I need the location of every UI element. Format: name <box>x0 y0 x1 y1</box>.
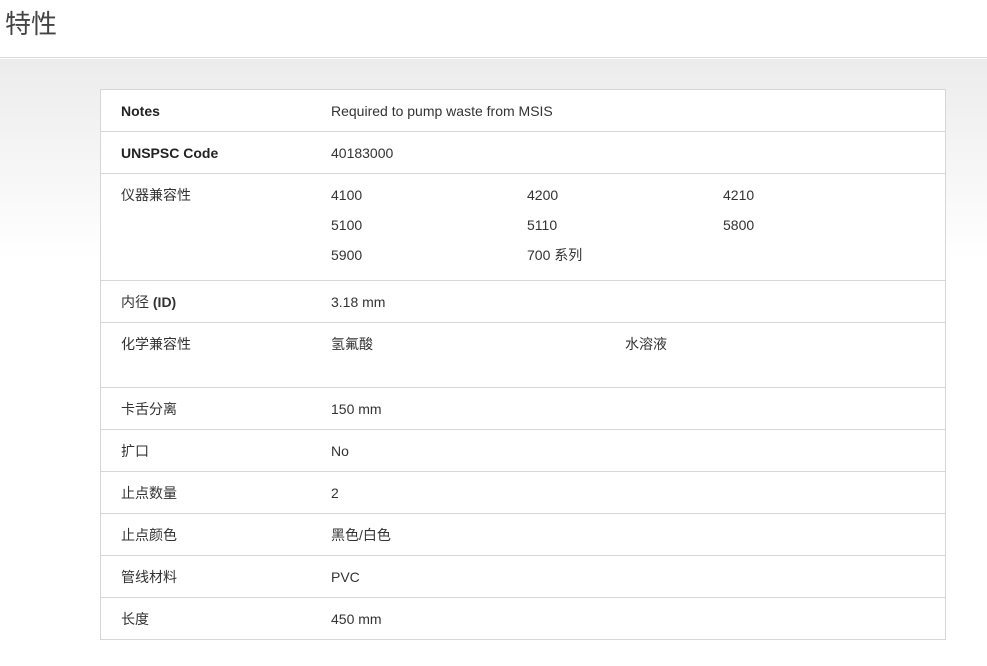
chemical-item: 氢氟酸 <box>331 336 373 352</box>
instrument-item: 5100 <box>331 217 363 233</box>
chemical-item: 水溶液 <box>625 336 667 352</box>
page-header: 特性 <box>0 0 987 58</box>
row-value: PVC <box>331 569 360 585</box>
row-label: UNSPSC Code <box>121 145 219 161</box>
table-row-chemical-compatibility: 化学兼容性 氢氟酸 水溶液 <box>101 323 945 388</box>
row-value: 40183000 <box>331 145 394 161</box>
properties-table: Notes Required to pump waste from MSIS U… <box>100 89 946 640</box>
row-value: 150 mm <box>331 401 382 417</box>
row-label: 化学兼容性 <box>121 336 191 352</box>
table-row-flared: 扩口 No <box>101 430 945 472</box>
row-value: 450 mm <box>331 611 382 627</box>
table-row-inner-diameter: 内径 (ID) 3.18 mm <box>101 281 945 323</box>
page-title: 特性 <box>5 9 58 39</box>
table-row-stops-count: 止点数量 2 <box>101 472 945 514</box>
instrument-item: 700 系列 <box>527 247 583 263</box>
table-row-tubing-material: 管线材料 PVC <box>101 556 945 598</box>
row-label: 内径 (ID) <box>121 292 176 312</box>
row-label: 卡舌分离 <box>121 401 177 417</box>
instrument-item: 4200 <box>527 187 559 203</box>
instrument-item: 4100 <box>331 187 363 203</box>
row-label: 扩口 <box>121 443 149 459</box>
table-row-tab-spacing: 卡舌分离 150 mm <box>101 388 945 430</box>
content-area: Notes Required to pump waste from MSIS U… <box>0 59 987 666</box>
row-label: 仪器兼容性 <box>121 187 191 203</box>
row-value: Required to pump waste from MSIS <box>331 103 553 119</box>
instrument-item: 5110 <box>527 217 558 233</box>
row-value: 2 <box>331 485 339 501</box>
instrument-item: 4210 <box>723 187 755 203</box>
row-value: No <box>331 443 349 459</box>
row-value: 黑色/白色 <box>331 527 391 543</box>
row-label-abbrev: (ID) <box>152 294 177 310</box>
table-row-length: 长度 450 mm <box>101 598 945 639</box>
table-row-instrument-compatibility: 仪器兼容性 4100 4200 4210 5100 5110 5800 5900… <box>101 174 945 281</box>
row-label: 止点数量 <box>121 485 177 501</box>
row-label: Notes <box>121 103 160 119</box>
instrument-item: 5900 <box>331 247 363 263</box>
instrument-item: 5800 <box>723 217 755 233</box>
row-label-prefix: 内径 <box>121 294 153 310</box>
table-row-unspsc: UNSPSC Code 40183000 <box>101 132 945 174</box>
row-label: 止点颜色 <box>121 527 177 543</box>
row-label: 管线材料 <box>121 569 177 585</box>
row-value: 3.18 mm <box>331 294 386 310</box>
row-label: 长度 <box>121 611 149 627</box>
table-row-stop-color: 止点颜色 黑色/白色 <box>101 514 945 556</box>
table-row-notes: Notes Required to pump waste from MSIS <box>101 90 945 132</box>
